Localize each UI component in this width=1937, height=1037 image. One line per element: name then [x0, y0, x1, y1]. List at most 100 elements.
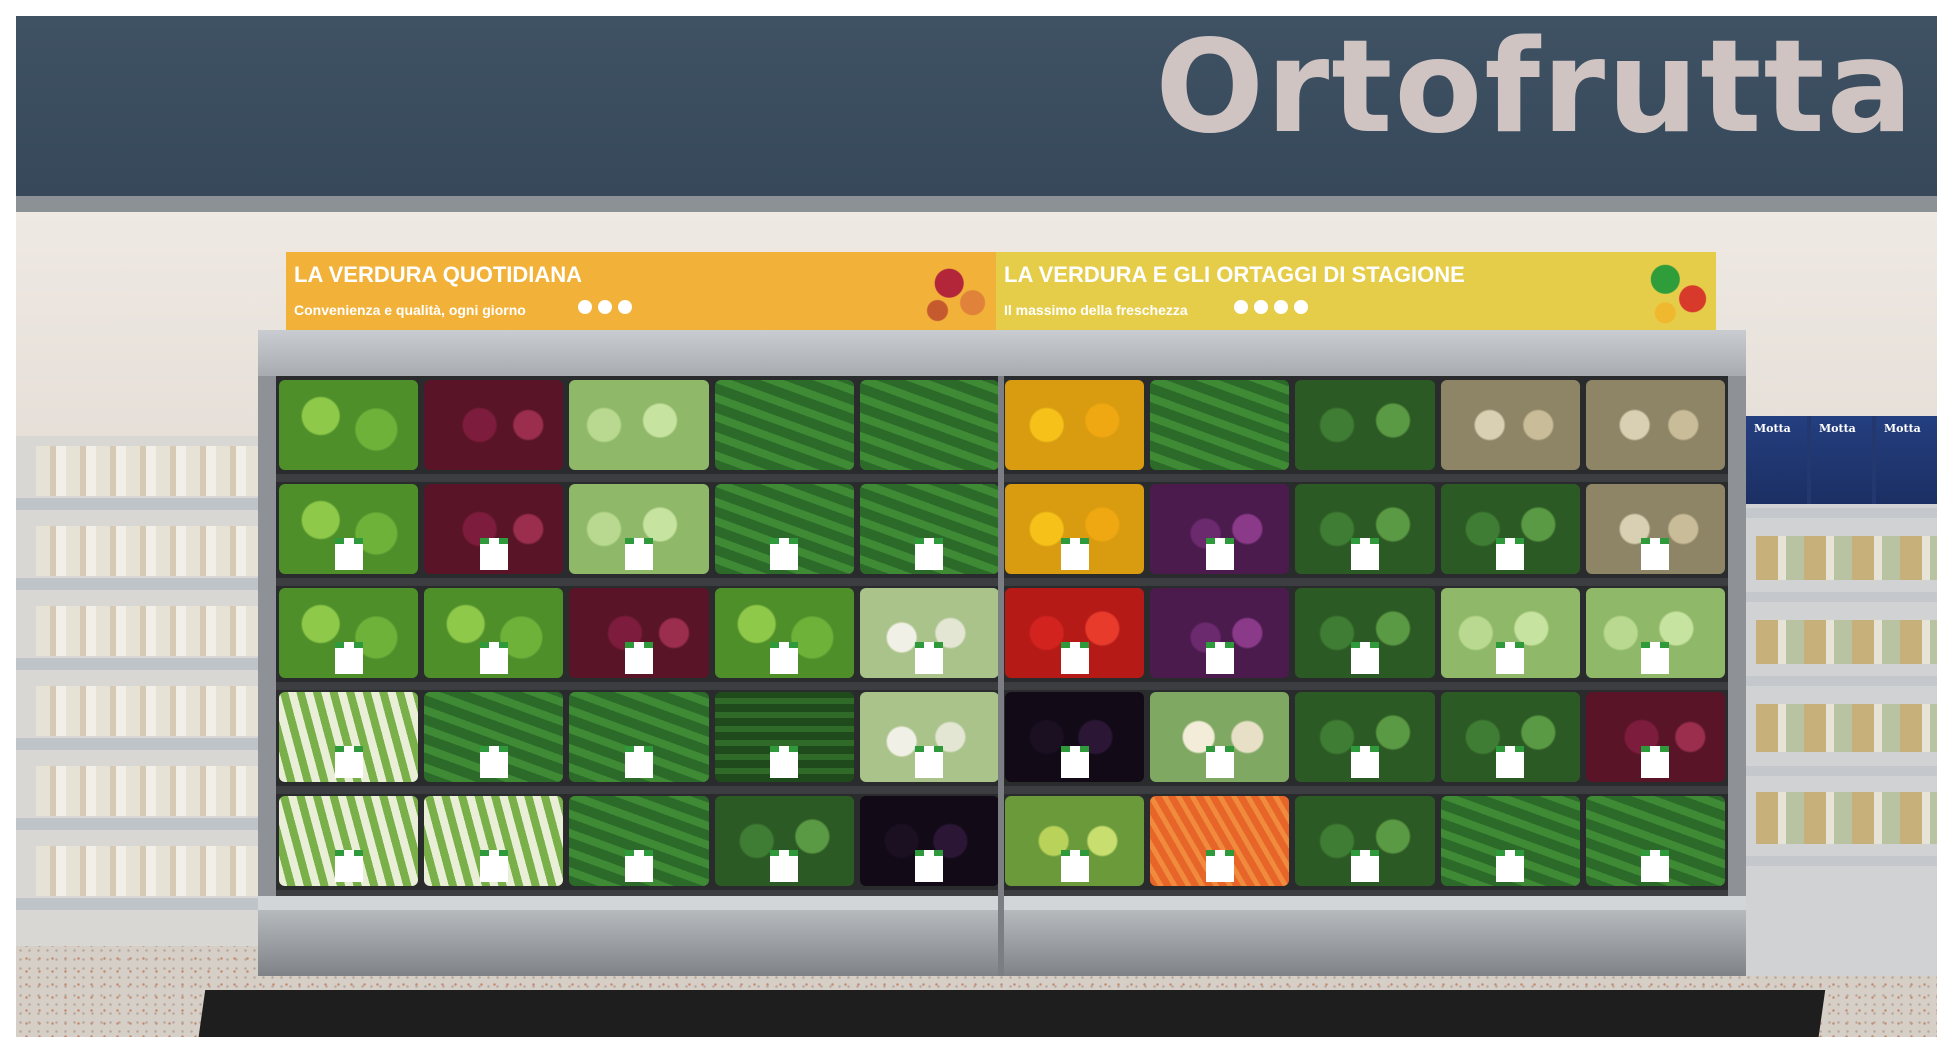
produce-bin — [1585, 484, 1726, 574]
onion-icon — [598, 300, 612, 314]
price-tag — [625, 850, 653, 882]
produce-bin — [859, 380, 1000, 470]
price-tag — [1060, 746, 1089, 778]
produce-bin — [569, 796, 709, 886]
right-shelving-unit: Motta Motta Motta — [1746, 416, 1937, 976]
produce-bin — [1295, 796, 1435, 886]
price-tag — [915, 850, 944, 882]
produce-bin — [859, 796, 1000, 886]
produce-bin — [569, 380, 709, 470]
produce-bin — [1585, 692, 1726, 782]
mushroom-icon — [1254, 300, 1268, 314]
produce-bin — [1005, 692, 1145, 782]
product-box: Motta — [1746, 416, 1807, 504]
shelf-products — [1756, 704, 1937, 752]
sign-subtitle: Il massimo della freschezza — [1004, 302, 1188, 318]
produce-bin — [1150, 484, 1290, 574]
produce-bin — [279, 380, 419, 470]
produce-bin — [1440, 380, 1580, 470]
shelf-products — [36, 606, 258, 656]
price-tag — [1351, 642, 1380, 674]
produce-bin — [279, 692, 419, 782]
product-box: Motta — [1811, 416, 1872, 504]
product-box: Motta — [1876, 416, 1937, 504]
price-tag — [1351, 538, 1380, 570]
sign-everyday-vegetables: LA VERDURA QUOTIDIANA Convenienza e qual… — [286, 252, 996, 330]
shelf-products — [36, 846, 258, 896]
case-canopy — [258, 330, 1746, 376]
produce-bin — [1585, 796, 1726, 886]
sign-title: LA VERDURA QUOTIDIANA — [294, 262, 583, 287]
produce-bin — [1150, 692, 1290, 782]
brand-label: Motta — [1754, 422, 1791, 435]
price-tag — [625, 642, 653, 674]
produce-bin — [714, 692, 854, 782]
price-tag — [915, 746, 944, 778]
produce-bin — [859, 484, 1000, 574]
produce-bin — [714, 380, 854, 470]
produce-bin — [569, 588, 709, 678]
leek-icon — [618, 300, 632, 314]
price-tag — [770, 538, 799, 570]
shelf — [16, 498, 258, 510]
sign-title: LA VERDURA E GLI ORTAGGI DI STAGIONE — [1004, 262, 1465, 287]
shelf-products — [1756, 536, 1937, 580]
price-tag — [770, 746, 799, 778]
produce-bin — [1005, 588, 1145, 678]
price-tag — [915, 538, 944, 570]
sign-seasonal-vegetables: LA VERDURA E GLI ORTAGGI DI STAGIONE Il … — [996, 252, 1716, 330]
price-tag — [1496, 746, 1525, 778]
produce-bin — [1440, 588, 1580, 678]
produce-bin — [1585, 380, 1726, 470]
shelf-products — [1756, 792, 1937, 844]
price-tag — [770, 642, 799, 674]
shelf-products — [36, 446, 258, 496]
shelf-products — [36, 766, 258, 816]
shelf — [1746, 592, 1937, 602]
brand-label: Motta — [1819, 422, 1856, 435]
produce-bin — [1295, 692, 1435, 782]
shelf-products — [36, 686, 258, 736]
produce-bin — [1295, 484, 1435, 574]
brand-label: Motta — [1884, 422, 1921, 435]
shelf — [1746, 856, 1937, 866]
ceiling-banner: Ortofrutta — [16, 16, 1937, 196]
shelf — [16, 578, 258, 590]
shelf-products — [36, 526, 258, 576]
vegetable-photo — [918, 252, 996, 330]
produce-bin — [714, 484, 854, 574]
shelf-products — [1756, 620, 1937, 664]
produce-bin — [1440, 692, 1580, 782]
produce-bin — [859, 692, 1000, 782]
produce-bin — [424, 484, 564, 574]
price-tag — [479, 746, 508, 778]
garlic-icon — [578, 300, 592, 314]
produce-bin — [1005, 380, 1145, 470]
produce-bin — [714, 588, 854, 678]
price-tag — [1205, 642, 1234, 674]
price-tag — [334, 850, 363, 882]
price-tag — [334, 642, 363, 674]
price-tag — [1496, 850, 1525, 882]
price-tag — [479, 538, 508, 570]
price-tag — [1060, 642, 1089, 674]
floor-mat — [196, 990, 1826, 1037]
produce-bin — [859, 588, 1000, 678]
shelf — [16, 898, 258, 910]
produce-bin — [424, 588, 564, 678]
produce-bin — [569, 692, 709, 782]
store-scene: Ortofrutta Motta Motta Motta LA VERDURA … — [16, 16, 1937, 1037]
pumpkin-icon — [1234, 300, 1248, 314]
store-department-sign: Ortofrutta — [1155, 16, 1915, 162]
shelf — [1746, 508, 1937, 518]
price-tag — [1205, 850, 1234, 882]
produce-bin — [279, 588, 419, 678]
price-tag — [1205, 538, 1234, 570]
motta-boxes: Motta Motta Motta — [1746, 416, 1937, 504]
price-tag — [1351, 746, 1380, 778]
produce-bin — [424, 380, 564, 470]
vegetable-icons — [578, 300, 632, 314]
produce-bin — [1440, 484, 1580, 574]
produce-bin — [714, 796, 854, 886]
produce-bin — [1150, 796, 1290, 886]
